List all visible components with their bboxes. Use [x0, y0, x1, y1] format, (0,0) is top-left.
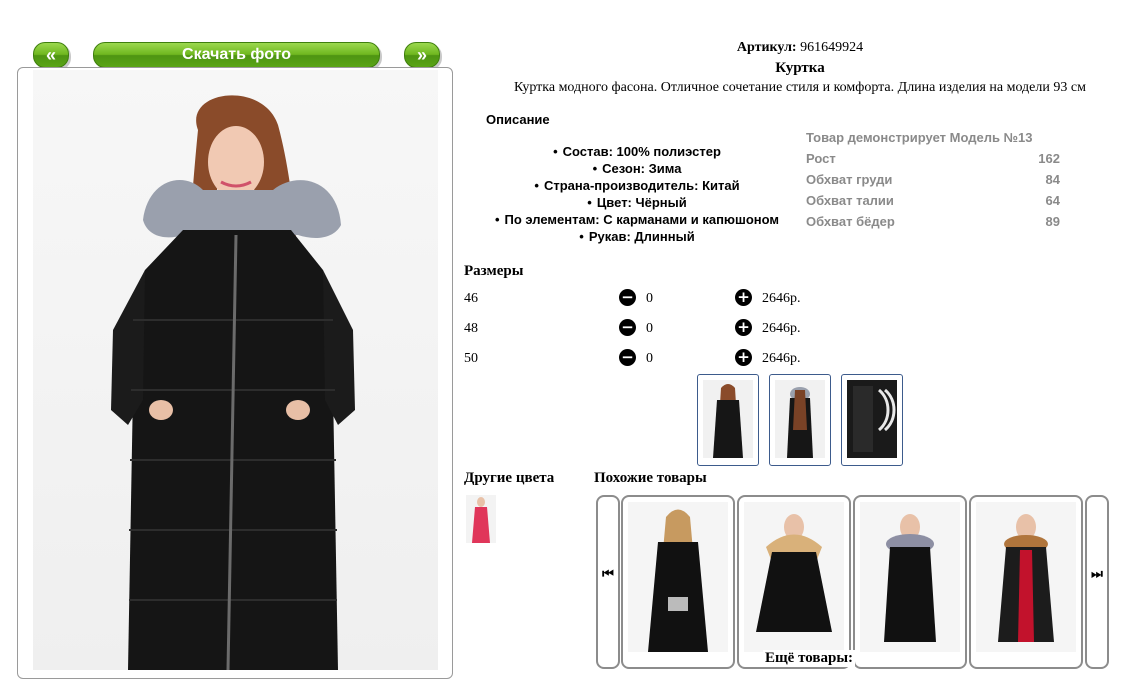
minus-circle-icon[interactable]: −: [619, 289, 636, 306]
property-item: Рукав: Длинный: [470, 228, 804, 245]
model-measurements: Товар демонстрирует Модель №13 Рост 162 О…: [806, 127, 1060, 232]
product-description: Куртка модного фасона. Отличное сочетани…: [514, 80, 1086, 95]
thumbnail-image: [847, 380, 897, 458]
model-heading-text: Товар демонстрирует Модель №13: [806, 130, 1033, 145]
model-row-value: 89: [1045, 214, 1060, 229]
color-variant-thumbnail[interactable]: [466, 495, 496, 543]
size-price: 2646р.: [762, 321, 801, 336]
plus-circle-icon[interactable]: +: [735, 319, 752, 336]
size-price: 2646р.: [762, 291, 801, 306]
size-row: 50 − 0 + 2646р.: [464, 349, 864, 369]
plus-circle-icon[interactable]: +: [735, 349, 752, 366]
article-label: Артикул:: [736, 40, 797, 55]
similar-product-card[interactable]: [621, 495, 735, 669]
size-row: 46 − 0 + 2646р.: [464, 289, 864, 309]
model-row: Обхват талии 64: [806, 190, 1060, 211]
skip-left-icon: ⏮: [602, 567, 614, 582]
plus-circle-icon[interactable]: +: [735, 289, 752, 306]
photo-thumbnail[interactable]: [841, 374, 903, 466]
other-colors-heading: Другие цвета: [464, 470, 555, 486]
model-row-value: 84: [1045, 172, 1060, 187]
model-in-jacket-image: [111, 95, 355, 670]
model-heading: Товар демонстрирует Модель №13: [806, 127, 1060, 148]
quantity-value: 0: [646, 321, 653, 336]
size-value: 48: [464, 321, 478, 336]
skip-right-icon: ⏭: [1091, 567, 1103, 582]
property-item: По элементам: С карманами и капюшоном: [470, 211, 804, 228]
size-value: 46: [464, 291, 478, 306]
size-row: 48 − 0 + 2646р.: [464, 319, 864, 339]
property-item: Сезон: Зима: [470, 160, 804, 177]
model-row: Обхват груди 84: [806, 169, 1060, 190]
photo-thumbnail[interactable]: [697, 374, 759, 466]
quantity-value: 0: [646, 351, 653, 366]
sizes-heading: Размеры: [464, 263, 524, 279]
property-item: Состав: 100% полиэстер: [470, 143, 804, 160]
photo-thumbnail[interactable]: [769, 374, 831, 466]
model-row-label: Обхват талии: [806, 193, 894, 208]
similar-product-image: [628, 502, 728, 652]
minus-circle-icon[interactable]: −: [619, 319, 636, 336]
product-title: Куртка: [775, 60, 825, 76]
next-photo-button[interactable]: »: [404, 42, 440, 68]
product-properties-list: Состав: 100% полиэстер Сезон: Зима Стран…: [470, 143, 804, 245]
similar-product-image: [976, 502, 1076, 652]
similar-product-card[interactable]: [969, 495, 1083, 669]
size-value: 50: [464, 351, 478, 366]
download-photo-button[interactable]: Скачать фото: [93, 42, 380, 68]
description-heading: Описание: [486, 112, 550, 127]
model-row-label: Рост: [806, 151, 836, 166]
article-value: 961649924: [800, 40, 864, 55]
main-product-photo[interactable]: [33, 70, 438, 670]
model-row-value: 162: [1038, 151, 1060, 166]
minus-circle-icon[interactable]: −: [619, 349, 636, 366]
carousel-prev-button[interactable]: ⏮: [596, 495, 620, 669]
similar-products-heading: Похожие товары: [594, 470, 707, 486]
property-item: Цвет: Чёрный: [470, 194, 804, 211]
model-row-value: 64: [1045, 193, 1060, 208]
thumbnail-image: [703, 380, 753, 458]
thumbnail-image: [775, 380, 825, 458]
property-item: Страна-производитель: Китай: [470, 177, 804, 194]
model-row-label: Обхват груди: [806, 172, 893, 187]
article-line: Артикул: 961649924: [700, 40, 900, 56]
similar-product-image: [860, 502, 960, 652]
model-row: Рост 162: [806, 148, 1060, 169]
size-price: 2646р.: [762, 351, 801, 366]
similar-product-card[interactable]: [737, 495, 851, 669]
model-row-label: Обхват бёдер: [806, 214, 895, 229]
quantity-value: 0: [646, 291, 653, 306]
more-products-heading: Ещё товары:: [763, 650, 856, 667]
similar-product-card[interactable]: [853, 495, 967, 669]
model-row: Обхват бёдер 89: [806, 211, 1060, 232]
similar-product-image: [744, 502, 844, 652]
prev-photo-button[interactable]: «: [33, 42, 69, 68]
carousel-next-button[interactable]: ⏭: [1085, 495, 1109, 669]
